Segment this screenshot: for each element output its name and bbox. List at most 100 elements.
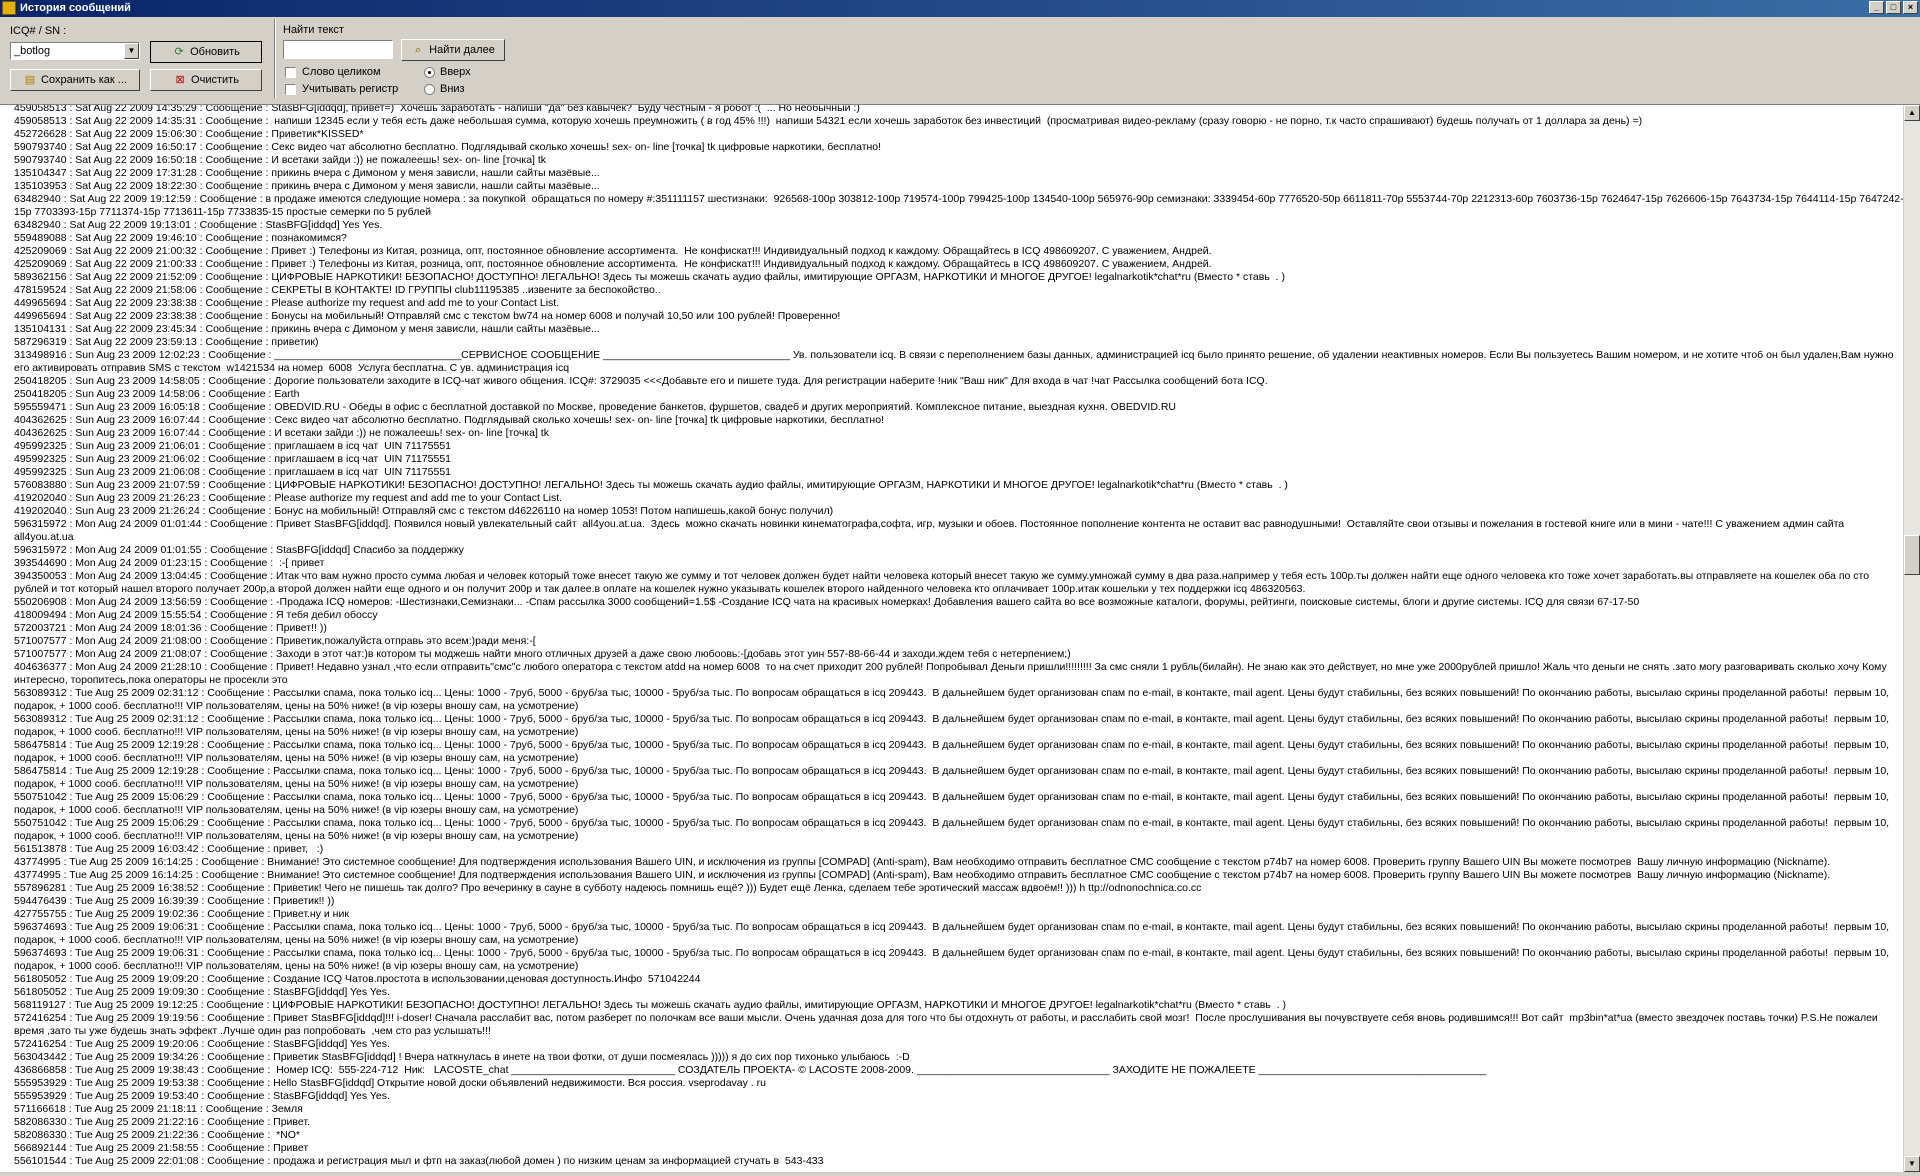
log-line: 404362625 : Sun Aug 23 2009 16:07:44 : С… [14,427,549,439]
window-controls: _ □ × [1869,1,1918,14]
log-line: 43774995 : Tue Aug 25 2009 16:14:25 : Со… [14,869,1831,881]
log-line: 571007577 : Mon Aug 24 2009 21:08:07 : С… [14,648,1071,660]
log-line: 572416254 : Tue Aug 25 2009 19:19:56 : С… [14,1012,1881,1037]
match-case-checkbox[interactable] [285,84,296,95]
log-line: 595559471 : Sun Aug 23 2009 16:05:18 : С… [14,401,1176,413]
log-line: 596374693 : Tue Aug 25 2009 19:06:31 : С… [14,947,1892,972]
log-line: 404362625 : Sun Aug 23 2009 16:07:44 : С… [14,414,884,426]
clear-icon: ⊠ [175,73,185,86]
refresh-label: Обновить [190,46,240,58]
app-icon [2,1,16,15]
clear-button[interactable]: ⊠ Очистить [150,69,262,91]
log-line: 590793740 : Sat Aug 22 2009 16:50:17 : С… [14,141,882,153]
window-title: История сообщений [20,2,131,14]
refresh-button[interactable]: ⟳ Обновить [150,41,262,63]
log-line: 135104347 : Sat Aug 22 2009 17:31:28 : С… [14,167,600,179]
log-line: 571166618 : Tue Aug 25 2009 21:18:11 : С… [14,1103,303,1115]
log-line: 555953929 : Tue Aug 25 2009 19:53:40 : С… [14,1090,390,1102]
log-line: 250418205 : Sun Aug 23 2009 14:58:06 : С… [14,388,300,400]
log-line: 427755755 : Tue Aug 25 2009 19:02:36 : С… [14,908,349,920]
log-line: 393544690 : Mon Aug 24 2009 01:23:15 : С… [14,557,325,569]
refresh-icon: ⟳ [174,45,184,58]
chevron-down-icon[interactable]: ▼ [124,43,139,59]
find-next-label: Найти далее [429,44,495,56]
uin-label: ICQ# / SN : [10,25,67,37]
whole-word-checkbox[interactable] [285,67,296,78]
log-line: 557896281 : Tue Aug 25 2009 16:38:52 : С… [14,882,1202,894]
log-line: 478159524 : Sat Aug 22 2009 21:58:06 : С… [14,284,661,296]
save-as-button[interactable]: ▤ Сохранить как ... [10,69,140,91]
find-next-button[interactable]: ⌕ Найти далее [401,39,505,61]
title-bar: История сообщений _ □ × [0,0,1920,17]
log-line: 563043442 : Tue Aug 25 2009 19:34:26 : С… [14,1051,910,1063]
vertical-scrollbar[interactable]: ▲ ▼ [1903,105,1920,1172]
scroll-up-button[interactable]: ▲ [1904,105,1920,121]
maximize-button[interactable]: □ [1886,1,1901,14]
log-line: 582086330 : Tue Aug 25 2009 21:22:16 : С… [14,1116,310,1128]
log-line: 561513878 : Tue Aug 25 2009 16:03:42 : С… [14,843,324,855]
log-line: 63482940 : Sat Aug 22 2009 19:13:01 : Со… [14,219,383,231]
log-line: 559489088 : Sat Aug 22 2009 19:46:10 : С… [14,232,347,244]
match-case-label: Учитывать регистр [302,83,399,95]
clear-label: Очистить [191,74,239,86]
direction-up-radio[interactable] [424,67,435,78]
minimize-button[interactable]: _ [1869,1,1884,14]
log-line: 63482940 : Sat Aug 22 2009 19:12:59 : Со… [14,193,1904,218]
log-line: 586475814 : Tue Aug 25 2009 12:19:28 : С… [14,765,1892,790]
log-line: 449965694 : Sat Aug 22 2009 23:38:38 : С… [14,310,841,322]
log-line: 586475814 : Tue Aug 25 2009 12:19:28 : С… [14,739,1892,764]
toolbar: ICQ# / SN : _botlog ▼ ⟳ Обновить ▤ Сохра… [0,17,1920,101]
log-line: 596374693 : Tue Aug 25 2009 19:06:31 : С… [14,921,1892,946]
log-line: 135104131 : Sat Aug 22 2009 23:45:34 : С… [14,323,600,335]
log-line: 572003721 : Mon Aug 24 2009 18:01:36 : С… [14,622,327,634]
find-input[interactable] [283,40,393,59]
close-button[interactable]: × [1903,1,1918,14]
uin-combo[interactable]: _botlog ▼ [10,42,140,60]
log-line: 587296319 : Sat Aug 22 2009 23:59:13 : С… [14,336,319,348]
log-line: 566892144 : Tue Aug 25 2009 21:58:55 : С… [14,1142,309,1154]
log-line: 589362156 : Sat Aug 22 2009 21:52:09 : С… [14,271,1285,283]
message-log-lines: 459058513 : Sat Aug 22 2009 14:35:29 : С… [14,104,1904,1168]
log-line: 550751042 : Tue Aug 25 2009 15:06:29 : С… [14,791,1892,816]
log-line: 576083880 : Sun Aug 23 2009 21:07:59 : С… [14,479,1288,491]
log-line: 563089312 : Tue Aug 25 2009 02:31:12 : С… [14,687,1892,712]
find-label: Найти текст [283,24,344,36]
save-icon: ▤ [24,73,36,86]
log-line: 596315972 : Mon Aug 24 2009 01:01:44 : С… [14,518,1848,543]
log-line: 419202040 : Sun Aug 23 2009 21:26:23 : С… [14,492,563,504]
log-line: 495992325 : Sun Aug 23 2009 21:06:01 : С… [14,440,452,452]
log-line: 135103953 : Sat Aug 22 2009 18:22:30 : С… [14,180,600,192]
log-line: 561805052 : Tue Aug 25 2009 19:09:30 : С… [14,986,390,998]
scroll-down-button[interactable]: ▼ [1904,1156,1920,1172]
direction-down-radio[interactable] [424,84,435,95]
log-line: 568119127 : Tue Aug 25 2009 19:12:25 : С… [14,999,1286,1011]
log-line: 418009494 : Mon Aug 24 2009 15:55:54 : С… [14,609,378,621]
log-line: 419202040 : Sun Aug 23 2009 21:26:24 : С… [14,505,834,517]
log-line: 404636377 : Mon Aug 24 2009 21:28:10 : С… [14,661,1890,686]
log-line: 556101544 : Tue Aug 25 2009 22:01:08 : С… [14,1155,824,1167]
log-line: 550751042 : Tue Aug 25 2009 15:06:29 : С… [14,817,1892,842]
log-line: 449965694 : Sat Aug 22 2009 23:38:38 : С… [14,297,560,309]
uin-value: _botlog [14,45,51,57]
log-line: 425209069 : Sat Aug 22 2009 21:00:33 : С… [14,258,1212,270]
log-line: 313498916 : Sun Aug 23 2009 12:02:23 : С… [14,349,1897,374]
log-line: 571007577 : Mon Aug 24 2009 21:08:00 : С… [14,635,536,647]
log-line: 459058513 : Sat Aug 22 2009 14:35:29 : С… [14,104,860,114]
log-line: 590793740 : Sat Aug 22 2009 16:50:18 : С… [14,154,547,166]
log-line: 572416254 : Tue Aug 25 2009 19:20:06 : С… [14,1038,390,1050]
log-line: 452726628 : Sat Aug 22 2009 15:06:30 : С… [14,128,364,140]
message-log[interactable]: 459058513 : Sat Aug 22 2009 14:35:29 : С… [0,104,1920,1172]
find-icon: ⌕ [415,43,422,56]
log-line: 594476439 : Tue Aug 25 2009 16:39:39 : С… [14,895,335,907]
log-line: 43774995 : Tue Aug 25 2009 16:14:25 : Со… [14,856,1831,868]
log-line: 495992325 : Sun Aug 23 2009 21:06:02 : С… [14,453,452,465]
log-line: 555953929 : Tue Aug 25 2009 19:53:38 : С… [14,1077,766,1089]
log-line: 436866858 : Tue Aug 25 2009 19:38:43 : С… [14,1064,1487,1076]
scroll-thumb[interactable] [1904,535,1920,575]
log-line: 561805052 : Tue Aug 25 2009 19:09:20 : С… [14,973,701,985]
log-line: 582086330 : Tue Aug 25 2009 21:22:36 : С… [14,1129,300,1141]
save-as-label: Сохранить как ... [41,74,127,86]
log-line: 563089312 : Tue Aug 25 2009 02:31:12 : С… [14,713,1892,738]
whole-word-label: Слово целиком [302,66,381,78]
log-line: 250418205 : Sun Aug 23 2009 14:58:05 : С… [14,375,1268,387]
